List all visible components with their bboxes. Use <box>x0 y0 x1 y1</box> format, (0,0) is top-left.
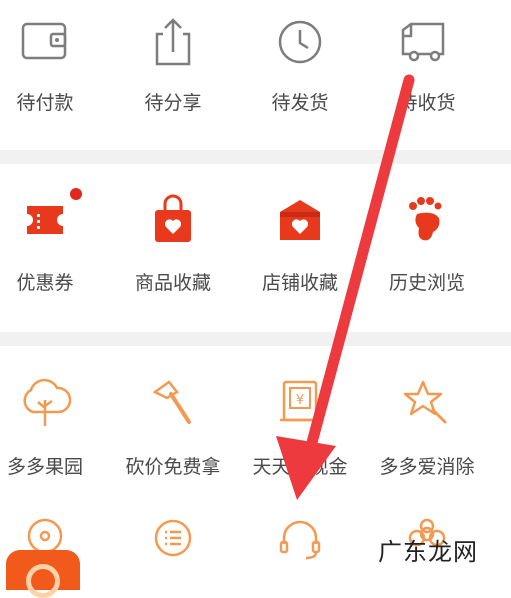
asset-item-coupons[interactable]: 优惠券 <box>0 164 100 332</box>
service-item-duoduo-orchard[interactable]: 多多果园 <box>0 346 100 486</box>
order-item-pending-ship[interactable]: 待发货 <box>245 0 355 150</box>
section-divider <box>0 332 511 346</box>
order-item-label: 待发货 <box>271 92 329 114</box>
axe-icon <box>152 380 191 424</box>
star-icon <box>403 380 447 424</box>
store-favorite-icon <box>280 200 320 240</box>
clock-icon <box>278 20 322 64</box>
service-item-bargain-free[interactable]: 砍价免费拿 <box>118 346 228 486</box>
order-item-label: 待付款 <box>16 92 74 114</box>
order-item-label: 待分享 <box>144 92 202 114</box>
asset-item-label: 商品收藏 <box>134 272 211 294</box>
assets-section: 优惠券 商品收藏 店铺收藏 历史浏览 <box>0 164 511 332</box>
footprint-icon <box>409 197 442 241</box>
service-item-label: 多多果园 <box>6 456 83 478</box>
order-item-pending-payment[interactable]: 待付款 <box>0 0 100 150</box>
truck-icon <box>401 22 445 62</box>
asset-item-goods-favorites[interactable]: 商品收藏 <box>118 164 228 332</box>
svg-text:¥: ¥ <box>296 393 304 408</box>
service-item-label: 多多爱消除 <box>379 456 475 478</box>
order-status-section: 待付款 待分享 待发货 待收货 <box>0 0 511 150</box>
share-icon <box>155 18 191 66</box>
list-icon <box>154 519 192 557</box>
watermark-text: 广东龙网 <box>378 538 478 566</box>
service-item-label: 砍价免费拿 <box>125 456 221 478</box>
cash-icon: ¥ <box>280 380 320 422</box>
service-item-customer-service[interactable] <box>245 506 355 577</box>
service-item-duoduo-match[interactable]: 多多爱消除 <box>372 346 482 486</box>
order-item-pending-receive[interactable]: 待收货 <box>372 0 482 150</box>
goods-favorite-icon <box>155 194 191 242</box>
section-divider <box>0 150 511 164</box>
tree-icon <box>23 378 72 426</box>
coupon-icon <box>27 206 63 234</box>
asset-item-store-favorites[interactable]: 店铺收藏 <box>245 164 355 332</box>
asset-item-browsing-history[interactable]: 历史浏览 <box>372 164 482 332</box>
order-item-label: 待收货 <box>398 92 456 114</box>
service-item-daily-cash[interactable]: ¥ 天天领现金 <box>245 346 355 486</box>
service-item-label: 天天领现金 <box>252 456 348 478</box>
asset-item-label: 历史浏览 <box>388 272 465 294</box>
wallet-icon <box>21 22 67 60</box>
app-logo-badge <box>6 550 80 598</box>
headset-icon <box>279 520 321 560</box>
service-item-list[interactable] <box>118 506 228 577</box>
asset-item-label: 店铺收藏 <box>261 272 338 294</box>
asset-item-label: 优惠券 <box>16 272 74 294</box>
app-logo-ring <box>26 564 60 598</box>
order-item-pending-share[interactable]: 待分享 <box>118 0 228 150</box>
notification-dot <box>70 188 82 200</box>
